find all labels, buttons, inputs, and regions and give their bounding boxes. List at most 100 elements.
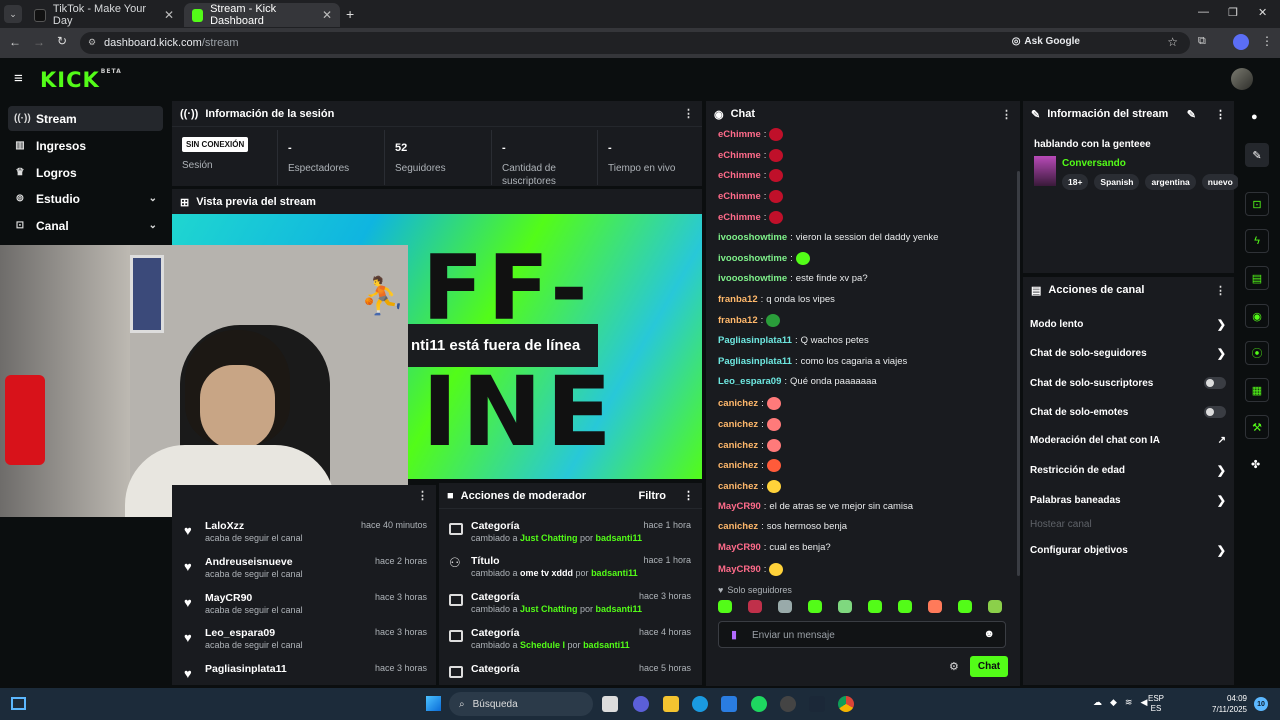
more-options-icon[interactable]: ⋮	[1001, 108, 1012, 121]
spotify-icon[interactable]	[751, 696, 767, 712]
info-icon[interactable]: ●	[1251, 111, 1258, 123]
emote-icon[interactable]	[988, 600, 1002, 613]
chat-emote-icon[interactable]	[766, 314, 781, 327]
extensions-icon[interactable]: ⧉	[1198, 35, 1206, 48]
chat-emote-icon[interactable]	[769, 128, 784, 141]
taskbar-search[interactable]: ⌕ Búsqueda	[449, 692, 593, 716]
detail-user[interactable]: badsanti11	[591, 568, 638, 578]
kick-logo[interactable]: KICKBETA	[40, 68, 122, 92]
more-options-icon[interactable]: ⋮	[417, 489, 428, 502]
chat-emote-icon[interactable]	[766, 418, 781, 431]
sidebar-item-logros[interactable]: ♛ Logros	[8, 160, 163, 185]
obs-icon[interactable]	[780, 696, 796, 712]
chat-username[interactable]: ivoooshowtime	[718, 232, 787, 243]
wrench-tool-icon[interactable]: ⚒	[1245, 415, 1269, 439]
chat-username[interactable]: Pagliasinplata11	[718, 335, 792, 346]
filter-button[interactable]: Filtro	[639, 490, 667, 502]
emote-icon[interactable]	[868, 600, 882, 613]
chat-username[interactable]: MayCR90	[718, 564, 761, 575]
chat-username[interactable]: MayCR90	[718, 501, 761, 512]
chat-username[interactable]: canichez	[718, 398, 758, 409]
system-tray[interactable]: ☁ ◆ ≋ ◀	[1093, 697, 1147, 708]
chat-username[interactable]: ivoooshowtime	[718, 253, 787, 264]
subscribers-only-toggle[interactable]	[1204, 377, 1226, 389]
chat-username[interactable]: eChimme	[718, 191, 761, 202]
new-tab-icon[interactable]: +	[346, 6, 354, 22]
site-info-icon[interactable]: ⚙	[88, 37, 96, 48]
chat-username[interactable]: franba12	[718, 294, 758, 305]
chat-emote-icon[interactable]	[766, 439, 781, 452]
emote-icon[interactable]	[748, 600, 762, 613]
emote-icon[interactable]	[838, 600, 852, 613]
chat-emote-icon[interactable]	[769, 563, 784, 576]
tag[interactable]: Spanish	[1094, 174, 1140, 190]
chat-username[interactable]: canichez	[718, 521, 758, 532]
microphone-icon[interactable]: ▮	[731, 628, 737, 641]
detail-user[interactable]: badsanti11	[583, 640, 630, 650]
emote-icon[interactable]	[718, 600, 732, 613]
chat-emote-icon[interactable]	[766, 459, 781, 472]
chat-username[interactable]: canichez	[718, 440, 758, 451]
hamburger-menu-icon[interactable]: ≡	[14, 70, 23, 87]
chat-emote-icon[interactable]	[769, 149, 784, 162]
browser-menu-icon[interactable]: ⋮	[1261, 34, 1273, 48]
category-link[interactable]: Conversando	[1062, 158, 1126, 169]
task-view-icon[interactable]	[602, 696, 618, 712]
lightning-icon[interactable]: ϟ	[1245, 229, 1269, 253]
sidebar-item-ingresos[interactable]: ▥ Ingresos	[8, 133, 163, 158]
steam-icon[interactable]	[809, 696, 825, 712]
chat-username[interactable]: canichez	[718, 460, 758, 471]
chat-username[interactable]: eChimme	[718, 170, 761, 181]
emote-icon[interactable]	[928, 600, 942, 613]
chat-emote-icon[interactable]	[795, 252, 810, 265]
action-followers-only[interactable]: Chat de solo-seguidores ❯	[1030, 347, 1226, 360]
chat-emote-icon[interactable]	[769, 211, 784, 224]
windows-start-icon[interactable]	[426, 696, 441, 711]
bookmark-star-icon[interactable]: ☆	[1167, 35, 1178, 49]
language-indicator[interactable]: ESP ES	[1148, 694, 1164, 714]
chat-username[interactable]: Leo_espara09	[718, 376, 781, 387]
tab-kick-dashboard[interactable]: Stream - Kick Dashboard ✕	[184, 3, 340, 27]
more-options-icon[interactable]: ⋮	[1215, 108, 1226, 121]
action-slow-mode[interactable]: Modo lento ❯	[1030, 318, 1226, 331]
chat-emote-icon[interactable]	[769, 190, 784, 203]
chat-emote-icon[interactable]	[766, 480, 781, 493]
emote-icon[interactable]	[958, 600, 972, 613]
chat-username[interactable]: canichez	[718, 481, 758, 492]
profile-avatar-icon[interactable]	[1233, 34, 1249, 50]
chat-username[interactable]: eChimme	[718, 129, 761, 140]
chat-emote-icon[interactable]	[766, 397, 781, 410]
action-ai-moderation[interactable]: Moderación del chat con IA ↗	[1030, 435, 1226, 446]
reload-icon[interactable]: ↻	[57, 34, 67, 48]
chat-username[interactable]: eChimme	[718, 150, 761, 161]
chat-bubble-icon[interactable]: ◉	[1245, 304, 1269, 328]
tab-tiktok[interactable]: TikTok - Make Your Day ✕	[26, 3, 182, 27]
chat-username[interactable]: ivoooshowtime	[718, 273, 787, 284]
chat-scrollbar[interactable]	[1017, 171, 1020, 576]
more-options-icon[interactable]: ⋮	[1215, 284, 1226, 297]
back-icon[interactable]: ←	[9, 35, 21, 49]
emoji-icon[interactable]: ☻	[983, 628, 995, 640]
store-icon[interactable]	[721, 696, 737, 712]
feed-user[interactable]: Leo_espara09	[205, 627, 275, 639]
emote-icon[interactable]	[808, 600, 822, 613]
edit-tool-icon[interactable]: ✎	[1245, 143, 1269, 167]
detail-user[interactable]: badsanti11	[596, 533, 643, 543]
tag[interactable]: 18+	[1062, 174, 1089, 190]
forward-icon[interactable]: →	[33, 35, 45, 49]
emote-icon[interactable]	[898, 600, 912, 613]
chat-input[interactable]: ▮ Enviar un mensaje ☻	[718, 621, 1006, 648]
focus-tool-icon[interactable]: ⊡	[1245, 192, 1269, 216]
detail-value[interactable]: Just Chatting	[520, 533, 578, 543]
emote-icon[interactable]	[778, 600, 792, 613]
chat-username[interactable]: franba12	[718, 315, 758, 326]
tag[interactable]: nuevo	[1201, 174, 1239, 190]
clipboard-icon[interactable]: ▤	[1245, 266, 1269, 290]
action-banned-words[interactable]: Palabras baneadas ❯	[1030, 494, 1226, 507]
teams-chat-icon[interactable]	[633, 696, 649, 712]
notification-badge[interactable]: 10	[1254, 697, 1268, 711]
feed-user[interactable]: Andreuseisnueve	[205, 556, 293, 568]
address-bar[interactable]: ⚙ dashboard.kick.com/stream ◎ Ask Google …	[80, 32, 1190, 54]
chat-settings-gear-icon[interactable]: ⚙	[949, 660, 959, 673]
chrome-icon[interactable]	[838, 696, 854, 712]
